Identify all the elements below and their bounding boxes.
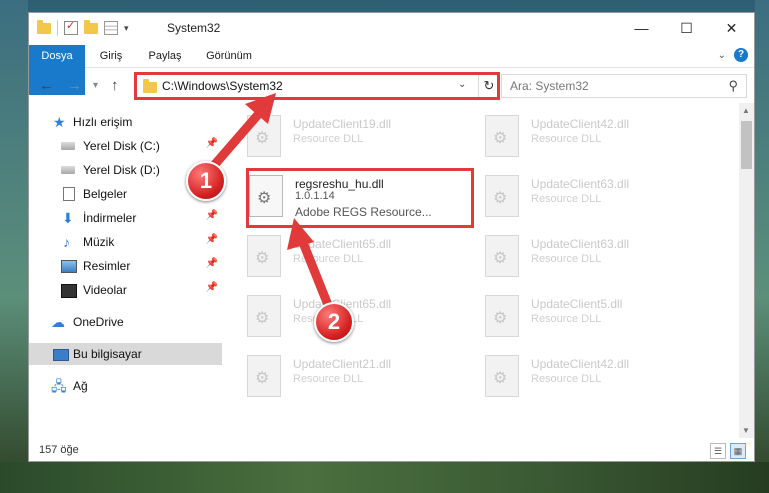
step-2-badge: 2	[314, 302, 354, 342]
step-1-badge: 1	[186, 161, 226, 201]
arrow-1	[205, 93, 276, 175]
arrow-2	[287, 218, 335, 315]
annotation-arrows	[205, 93, 335, 315]
